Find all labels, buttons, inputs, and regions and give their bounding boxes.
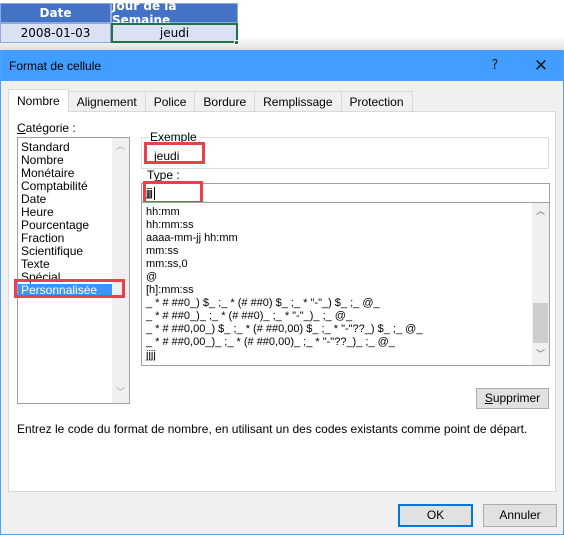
- format-item[interactable]: _ * # ##0,00_)_ ;_ * (# ##0,00)_ ;_ * "-…: [146, 336, 395, 349]
- scroll-thumb[interactable]: [533, 303, 548, 343]
- format-item[interactable]: mm:ss: [146, 245, 178, 258]
- question-mark-icon[interactable]: ?: [485, 56, 505, 76]
- format-item[interactable]: @: [146, 271, 157, 284]
- tab-protection[interactable]: Protection: [340, 91, 413, 112]
- type-label: Type :: [147, 168, 180, 182]
- delete-button-label: upprimer: [492, 391, 541, 405]
- example-value: jeudi: [154, 149, 180, 163]
- delete-button-accel: S: [484, 391, 493, 405]
- header-date[interactable]: Date: [0, 3, 111, 23]
- type-label-prefix: T: [147, 168, 154, 182]
- category-scrollbar[interactable]: ︿ ﹀: [112, 138, 129, 403]
- type-input-value: jjjj: [146, 187, 153, 199]
- scroll-up-icon[interactable]: ︿: [112, 139, 129, 156]
- format-list-scrollbar[interactable]: ︿ ﹀: [532, 203, 549, 365]
- format-code-listbox[interactable]: hh:mm hh:mm:ss aaaa-mm-jj hh:mm mm:ss mm…: [141, 202, 550, 366]
- text-caret: [153, 186, 155, 200]
- format-item[interactable]: _ * # ##0_)_ ;_ * (# ##0)_ ;_ * "-"_)_ ;…: [146, 310, 352, 323]
- scroll-up-icon[interactable]: ︿: [532, 204, 549, 221]
- tab-remplissage[interactable]: Remplissage: [254, 91, 342, 112]
- hint-text: Entrez le code du format de nombre, en u…: [17, 422, 528, 436]
- format-item[interactable]: mm:ss,0: [146, 258, 188, 271]
- format-item[interactable]: [h]:mm:ss: [146, 284, 194, 297]
- tab-alignement[interactable]: Alignement: [67, 91, 146, 112]
- cell-date[interactable]: 2008-01-03: [0, 23, 111, 43]
- type-label-text: pe :: [159, 168, 180, 182]
- category-label-text: atégorie :: [25, 121, 76, 135]
- fill-handle[interactable]: [234, 40, 239, 45]
- delete-button[interactable]: Supprimer: [476, 388, 549, 409]
- dialog-titlebar[interactable]: Format de cellule ? ✕: [1, 50, 563, 81]
- category-item-personnalisee-selected[interactable]: Personnalisée: [18, 284, 122, 297]
- scroll-down-icon[interactable]: ﹀: [532, 347, 549, 364]
- format-cells-dialog: Format de cellule ? ✕ Nombre Alignement …: [0, 50, 564, 535]
- tab-police[interactable]: Police: [144, 91, 196, 112]
- tab-bordure[interactable]: Bordure: [194, 91, 256, 112]
- example-legend: Exemple: [148, 130, 199, 144]
- tab-nombre[interactable]: Nombre: [8, 89, 69, 112]
- category-label-accel: C: [17, 121, 26, 135]
- category-listbox[interactable]: Standard Nombre Monétaire Comptabilité D…: [17, 137, 130, 404]
- spreadsheet-area: Date Jour de la Semaine 2008-01-03 jeudi: [0, 0, 564, 51]
- format-item-jjjj[interactable]: jjjj: [146, 349, 156, 362]
- tab-strip: Nombre Alignement Police Bordure Remplis…: [8, 89, 413, 112]
- dialog-title: Format de cellule: [9, 59, 102, 73]
- tab-panel-nombre: Catégorie : Standard Nombre Monétaire Co…: [8, 111, 556, 492]
- category-label: Catégorie :: [17, 121, 76, 135]
- type-input[interactable]: jjjj: [141, 183, 550, 203]
- format-item[interactable]: _ * # ##0_) $_ ;_ * (# ##0) $_ ;_ * "-"_…: [146, 297, 380, 310]
- format-item[interactable]: hh:mm:ss: [146, 219, 194, 232]
- format-item[interactable]: _ * # ##0,00_) $_ ;_ * (# ##0,00) $_ ;_ …: [146, 323, 422, 336]
- example-group: [141, 137, 549, 169]
- header-weekday[interactable]: Jour de la Semaine: [111, 0, 238, 27]
- cell-weekday-active[interactable]: jeudi: [111, 23, 238, 43]
- format-item[interactable]: hh:mm: [146, 206, 180, 219]
- format-item[interactable]: aaaa-mm-jj hh:mm: [146, 232, 238, 245]
- scroll-down-icon[interactable]: ﹀: [112, 385, 129, 402]
- ok-button[interactable]: OK: [398, 504, 473, 527]
- cancel-button[interactable]: Annuler: [483, 504, 557, 527]
- close-icon[interactable]: ✕: [529, 55, 553, 77]
